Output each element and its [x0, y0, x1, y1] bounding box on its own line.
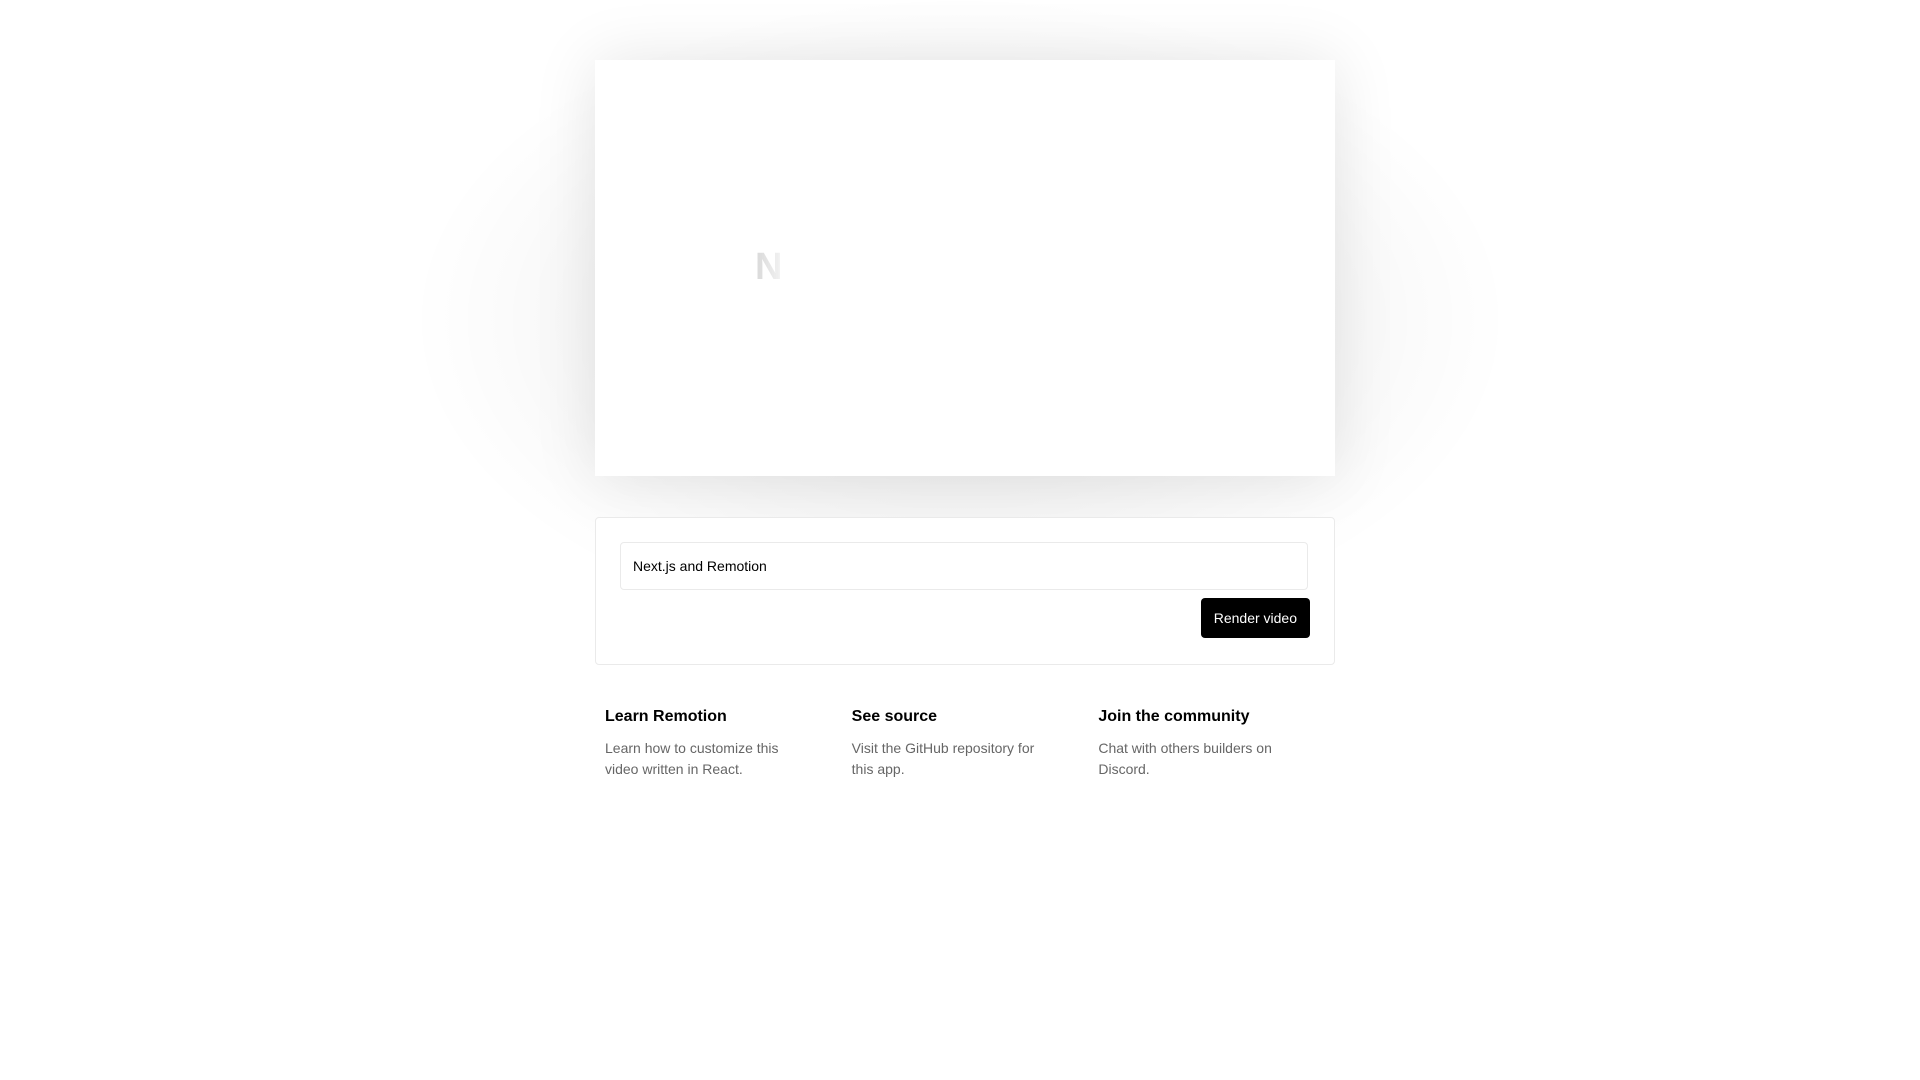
- link-title: Learn Remotion: [605, 708, 727, 725]
- join-community-link[interactable]: Join the community Chat with others buil…: [1088, 708, 1335, 780]
- video-preview-letter: N: [755, 246, 782, 288]
- see-source-link[interactable]: See source Visit the GitHub repository f…: [842, 708, 1089, 780]
- video-player[interactable]: N: [595, 60, 1335, 476]
- links-section: Learn Remotion Learn how to customize th…: [595, 708, 1335, 780]
- link-description: Chat with others builders on Discord.: [1098, 740, 1272, 777]
- learn-remotion-link[interactable]: Learn Remotion Learn how to customize th…: [595, 708, 842, 780]
- render-video-button[interactable]: Render video: [1200, 598, 1310, 638]
- link-title: Join the community: [1098, 708, 1250, 725]
- link-title: See source: [851, 708, 938, 725]
- page: N Render video Learn Remotion Learn how …: [0, 0, 1920, 1080]
- link-description: Visit the GitHub repository for this app…: [851, 740, 1035, 777]
- title-input[interactable]: [620, 542, 1308, 590]
- link-description: Learn how to customize this video writte…: [605, 740, 779, 777]
- render-form-card: Render video: [595, 517, 1335, 665]
